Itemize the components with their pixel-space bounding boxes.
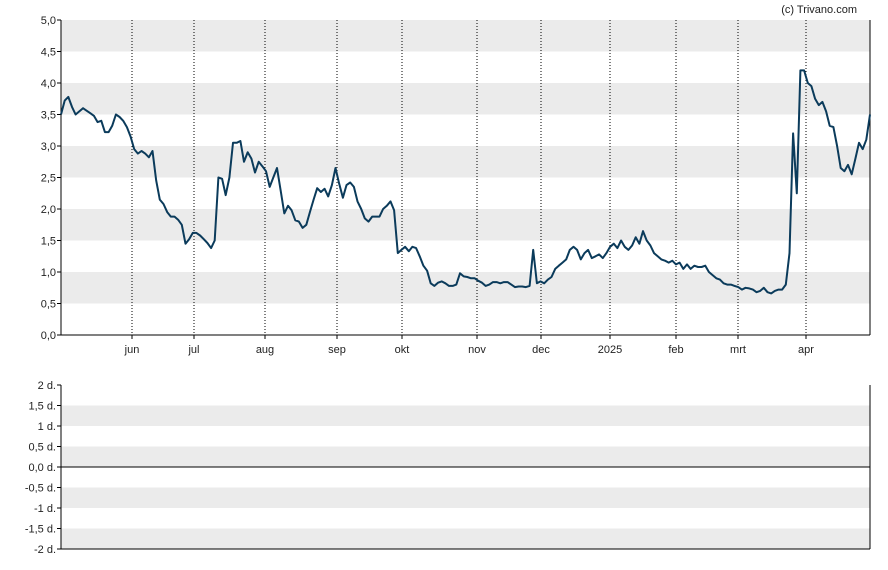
price-y-tick-label: 4,0 xyxy=(41,78,56,90)
dividend-grid-band xyxy=(61,528,870,549)
dividend-y-tick-label: 0,0 d. xyxy=(28,462,56,474)
dividend-y-tick-label: 0,5 d. xyxy=(28,442,56,454)
price-grid-band xyxy=(61,146,870,178)
price-y-tick-label: 3,5 xyxy=(41,110,56,122)
dividend-chart-group: -2 d. -1,5 d. -1 d. -0,5 d. 0,0 d. 0,5 d. 1 d.… xyxy=(25,380,871,556)
price-y-tick-label: 3,0 xyxy=(41,141,56,153)
price-x-tick-label: jul xyxy=(187,344,199,356)
price-x-tick-label: aug xyxy=(256,344,274,356)
price-x-tick-label: mrt xyxy=(730,344,746,356)
price-x-tick-label: apr xyxy=(798,344,814,356)
price-y-tick-label: 2,0 xyxy=(41,204,56,216)
price-y-tick-label: 1,5 xyxy=(41,236,56,248)
price-x-tick-label: jun xyxy=(124,344,140,356)
price-x-tick-label: 2025 xyxy=(598,344,622,356)
price-y-tick-label: 1,0 xyxy=(41,267,56,279)
price-x-tick-label: feb xyxy=(668,344,683,356)
copyright-label: (c) Trivano.com xyxy=(781,4,857,16)
dividend-grid-band xyxy=(61,405,870,426)
chart-area: (c) Trivano.com jun jul aug sep okt nov dec 202… xyxy=(0,0,888,565)
dividend-y-tick-label: -1,5 d. xyxy=(25,524,56,536)
price-y-tick-label: 4,5 xyxy=(41,47,56,59)
chart-svg: (c) Trivano.com jun jul aug sep okt nov dec 202… xyxy=(25,4,871,556)
price-y-tick-label: 2,5 xyxy=(41,173,56,185)
price-x-tick-label: sep xyxy=(328,344,346,356)
price-y-tick-label: 5,0 xyxy=(41,15,56,27)
dividend-y-tick-label: 2 d. xyxy=(38,380,56,392)
price-x-tick-label: nov xyxy=(468,344,486,356)
dividend-grid-band xyxy=(61,487,870,508)
price-grid-band xyxy=(61,20,870,52)
price-x-tick-label: okt xyxy=(395,344,410,356)
price-x-tick-label: dec xyxy=(532,344,550,356)
price-y-tick-label: 0,5 xyxy=(41,299,56,311)
dividend-grid-band xyxy=(61,446,870,467)
dividend-y-tick-label: -0,5 d. xyxy=(25,483,56,495)
dividend-y-tick-label: -1 d. xyxy=(34,503,56,515)
dividend-y-tick-label: 1,5 d. xyxy=(28,401,56,413)
price-y-tick-label: 0,0 xyxy=(41,330,56,342)
dividend-y-tick-label: 1 d. xyxy=(38,421,56,433)
price-chart-group: jun jul aug sep okt nov dec 2025 feb mrt apr 0,0 0,5… xyxy=(41,15,871,356)
price-grid-band xyxy=(61,83,870,115)
dividend-y-tick-label: -2 d. xyxy=(34,544,56,556)
